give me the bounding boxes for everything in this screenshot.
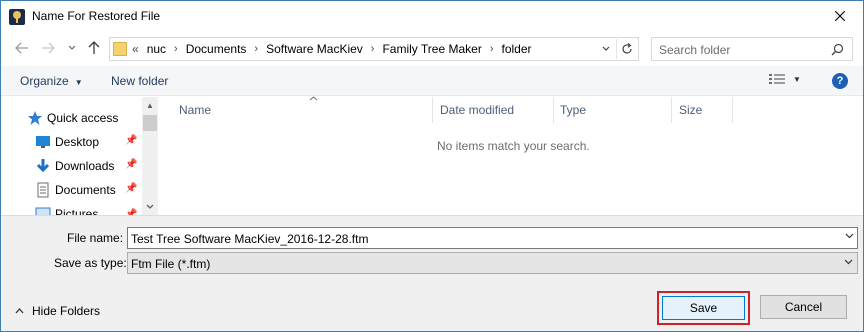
new-folder-button[interactable]: New folder xyxy=(111,74,168,88)
download-icon xyxy=(35,158,51,174)
nav-scrollbar[interactable]: ▲ xyxy=(142,97,158,215)
chevron-up-icon xyxy=(15,308,24,314)
save-type-select[interactable]: Ftm File (*.ftm) xyxy=(127,252,858,274)
breadcrumb-nuc[interactable]: nuc xyxy=(147,42,166,56)
column-header-type[interactable]: Type xyxy=(554,97,672,123)
nav-label-quick-access: Quick access xyxy=(47,111,119,125)
nav-label-desktop: Desktop xyxy=(55,135,100,149)
filename-field[interactable]: Test Tree Software MacKiev_2016-12-28.ft… xyxy=(127,227,858,249)
forward-arrow-icon xyxy=(42,42,55,54)
scroll-down-icon[interactable] xyxy=(142,198,158,215)
save-type-label: Save as type: xyxy=(54,256,127,270)
command-bar: Organize ▼ New folder ▼ ? xyxy=(1,66,863,96)
hide-folders-button[interactable]: Hide Folders xyxy=(15,304,100,318)
save-form: File name: Test Tree Software MacKiev_20… xyxy=(1,215,863,331)
refresh-icon xyxy=(621,43,632,54)
hide-folders-label: Hide Folders xyxy=(32,304,101,318)
breadcrumb-software-mackiev[interactable]: Software MacKiev xyxy=(266,42,363,56)
view-dropdown-caret-icon: ▼ xyxy=(793,74,801,84)
details-view-icon xyxy=(769,74,785,84)
empty-message: No items match your search. xyxy=(437,139,590,153)
refresh-button[interactable] xyxy=(616,39,636,59)
filename-value: Test Tree Software MacKiev_2016-12-28.ft… xyxy=(131,232,369,246)
breadcrumb-documents[interactable]: Documents xyxy=(186,42,247,56)
breadcrumb: « nuc › Documents › Software MacKiev › F… xyxy=(132,42,532,56)
address-dropdown-button[interactable] xyxy=(598,40,614,58)
nav-label-downloads: Downloads xyxy=(55,159,115,173)
documents-icon xyxy=(35,182,51,198)
nav-item-desktop[interactable]: Desktop 📌 xyxy=(1,131,141,153)
column-label-name: Name xyxy=(179,103,212,117)
folder-icon xyxy=(113,42,127,56)
chevron-right-icon[interactable]: › xyxy=(371,43,375,55)
forward-button[interactable] xyxy=(39,39,57,57)
address-bar[interactable]: « nuc › Documents › Software MacKiev › F… xyxy=(109,37,639,61)
pin-icon: 📌 xyxy=(125,159,138,170)
nav-label-pictures: Pictures xyxy=(55,207,99,215)
navigation-pane: Quick access Desktop 📌 Downloads 📌 Docum… xyxy=(1,97,159,215)
search-icon xyxy=(831,43,844,56)
nav-item-quick-access[interactable]: Quick access xyxy=(1,107,141,129)
nav-item-downloads[interactable]: Downloads 📌 xyxy=(1,155,141,177)
filename-label: File name: xyxy=(67,231,124,245)
pin-icon: 📌 xyxy=(125,135,138,146)
column-header-name[interactable]: Name xyxy=(173,96,433,123)
help-button[interactable]: ? xyxy=(832,73,848,89)
close-icon xyxy=(835,11,845,21)
column-header-size[interactable]: Size xyxy=(673,97,733,123)
breadcrumb-family-tree-maker[interactable]: Family Tree Maker xyxy=(382,42,481,56)
search-placeholder: Search folder xyxy=(659,43,731,57)
filename-history-button[interactable] xyxy=(845,231,854,241)
breadcrumb-folder[interactable]: folder xyxy=(502,42,532,56)
search-input[interactable]: Search folder xyxy=(651,37,853,61)
sort-ascending-icon xyxy=(309,93,318,103)
save-button[interactable]: Save xyxy=(662,296,745,320)
dropdown-caret-icon: ▼ xyxy=(74,78,83,87)
save-type-value: Ftm File (*.ftm) xyxy=(131,257,211,271)
desktop-icon xyxy=(35,134,51,150)
nav-item-pictures[interactable]: Pictures 📌 xyxy=(1,203,141,215)
save-highlight-box: Save xyxy=(657,291,750,325)
breadcrumb-overflow[interactable]: « xyxy=(132,42,139,56)
organize-button[interactable]: Organize ▼ xyxy=(20,74,83,88)
chevron-down-icon xyxy=(844,257,853,267)
back-button[interactable] xyxy=(13,39,31,57)
back-arrow-icon xyxy=(15,42,28,54)
save-dialog: Name For Restored File « nuc › Documents… xyxy=(0,0,864,332)
organize-label: Organize xyxy=(20,74,69,88)
scroll-up-icon[interactable]: ▲ xyxy=(142,97,158,114)
pictures-icon xyxy=(35,206,51,215)
change-view-button[interactable]: ▼ xyxy=(769,73,801,85)
chevron-right-icon[interactable]: › xyxy=(490,43,494,55)
up-button[interactable] xyxy=(85,39,103,57)
recent-locations-button[interactable] xyxy=(63,39,81,57)
address-row: « nuc › Documents › Software MacKiev › F… xyxy=(1,34,863,64)
pin-icon: 📌 xyxy=(125,183,138,194)
nav-label-documents: Documents xyxy=(55,183,116,197)
close-button[interactable] xyxy=(825,5,855,27)
nav-item-documents[interactable]: Documents 📌 xyxy=(1,179,141,201)
chevron-down-icon xyxy=(68,45,76,50)
up-arrow-icon xyxy=(88,41,100,54)
chevron-right-icon[interactable]: › xyxy=(174,43,178,55)
file-list: Name Date modified Type Size No items ma… xyxy=(161,96,863,215)
scroll-thumb[interactable] xyxy=(143,115,157,131)
window-title: Name For Restored File xyxy=(32,9,161,23)
cancel-button[interactable]: Cancel xyxy=(760,295,847,319)
chevron-down-icon xyxy=(602,46,610,51)
chevron-down-icon xyxy=(845,233,854,239)
chevron-right-icon[interactable]: › xyxy=(254,43,258,55)
star-icon xyxy=(27,110,43,126)
app-tree-icon xyxy=(9,9,25,25)
title-bar: Name For Restored File xyxy=(1,1,863,32)
column-header-date-modified[interactable]: Date modified xyxy=(434,97,554,123)
